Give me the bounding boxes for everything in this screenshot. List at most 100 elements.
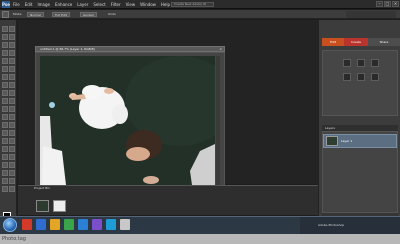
menu-item-file[interactable]: File	[13, 2, 20, 7]
taskbar-app-icon[interactable]	[36, 219, 46, 230]
tab-edit[interactable]: Edit	[322, 38, 344, 46]
menu-item-enhance[interactable]: Enhance	[55, 2, 72, 7]
tab-create[interactable]: Create	[344, 38, 368, 46]
photo-canvas[interactable]	[40, 56, 215, 185]
tool-row	[2, 74, 15, 80]
move-tool-icon[interactable]	[2, 26, 8, 32]
brush-tool-icon[interactable]	[9, 90, 15, 96]
tool-row	[2, 98, 15, 104]
close-button[interactable]: ×	[392, 1, 399, 7]
effect-thumbnail[interactable]	[371, 73, 379, 81]
document-title-bar[interactable]: untitled-1 @ 66.7% (Layer 1, RGB/8) ×	[35, 46, 225, 52]
mode-select[interactable]: Normal	[27, 12, 44, 17]
menu-item-filter[interactable]: Filter	[111, 2, 121, 7]
bottom-label: Photo.tag	[2, 236, 26, 242]
lasso-tool-icon[interactable]	[9, 42, 15, 48]
hand-tool-icon[interactable]	[2, 34, 8, 40]
baby-foot	[104, 88, 114, 94]
menu-item-layer[interactable]: Layer	[77, 2, 88, 7]
adobe-id-field[interactable]: Create New Adobe ID	[171, 2, 214, 7]
magnetic-lasso-icon[interactable]	[2, 186, 8, 192]
recompose-tool-icon[interactable]	[2, 138, 8, 144]
project-bin-label: Project Bin	[34, 186, 51, 190]
marquee-tool-icon[interactable]	[2, 42, 8, 48]
tool-row	[2, 58, 15, 64]
tab-share[interactable]: Share	[368, 38, 400, 46]
content-aware-icon[interactable]	[9, 138, 15, 144]
custom-shape-icon[interactable]	[2, 146, 8, 152]
pencil-tool-icon[interactable]	[2, 90, 8, 96]
taskbar-app-icon[interactable]	[78, 219, 88, 230]
straighten-tool-icon[interactable]	[9, 66, 15, 72]
magic-wand-tool-icon[interactable]	[2, 50, 8, 56]
maximize-button[interactable]: □	[384, 1, 391, 7]
menu-item-edit[interactable]: Edit	[25, 2, 33, 7]
full-edit-button[interactable]: Full Edit	[52, 12, 70, 17]
type-tool-icon[interactable]	[2, 58, 8, 64]
taskbar-app-icon[interactable]	[120, 219, 130, 230]
taskbar-app-icon[interactable]	[64, 219, 74, 230]
color-swap-icon[interactable]	[2, 154, 8, 160]
project-bin-thumbnail[interactable]	[36, 200, 49, 212]
tool-row	[2, 90, 15, 96]
menu-item-image[interactable]: Image	[37, 2, 50, 7]
magic-eraser-icon[interactable]	[2, 178, 8, 184]
undo-label[interactable]: Undo	[108, 12, 116, 17]
taskbar-app-icon[interactable]	[92, 219, 102, 230]
tool-row	[2, 106, 15, 112]
vertical-scrollbar[interactable]	[216, 56, 220, 185]
current-tool-icon[interactable]	[2, 11, 9, 18]
color-replace-icon[interactable]	[2, 170, 8, 176]
shape-tool-icon[interactable]	[9, 106, 15, 112]
default-colors-icon[interactable]	[9, 154, 15, 160]
zoom-tool-icon[interactable]	[9, 26, 15, 32]
eyedropper-tool-icon[interactable]	[9, 34, 15, 40]
project-bin-thumbnail[interactable]	[53, 200, 66, 212]
selection-brush-icon[interactable]	[9, 50, 15, 56]
effect-thumbnail[interactable]	[343, 59, 351, 67]
menu-item-view[interactable]: View	[126, 2, 136, 7]
smudge-tool-icon[interactable]	[2, 122, 8, 128]
taskbar-app-icon[interactable]	[50, 219, 60, 230]
quick-select-icon[interactable]	[9, 146, 15, 152]
eraser-tool-icon[interactable]	[9, 82, 15, 88]
ellipse-marquee-icon[interactable]	[9, 186, 15, 192]
impressionist-brush-icon[interactable]	[9, 162, 15, 168]
crop-tool-icon[interactable]	[9, 58, 15, 64]
document-close-icon[interactable]: ×	[219, 47, 222, 51]
start-button[interactable]	[3, 218, 17, 232]
guided-button[interactable]: Guided	[80, 12, 97, 17]
background-eraser-icon[interactable]	[9, 170, 15, 176]
taskbar-app-icon[interactable]	[22, 219, 32, 230]
menu-item-help[interactable]: Help	[161, 2, 170, 7]
toy	[49, 102, 55, 108]
effect-thumbnail[interactable]	[371, 59, 379, 67]
menu-item-select[interactable]: Select	[93, 2, 105, 7]
menu-item-window[interactable]: Window	[140, 2, 156, 7]
sharpen-tool-icon[interactable]	[9, 130, 15, 136]
tool-row	[2, 50, 15, 56]
blur-tool-icon[interactable]	[2, 114, 8, 120]
cookie-cutter-icon[interactable]	[2, 66, 8, 72]
spot-healing-icon[interactable]	[9, 74, 15, 80]
layer-thumbnail	[326, 136, 338, 146]
burn-tool-icon[interactable]	[2, 130, 8, 136]
effect-thumbnail[interactable]	[357, 59, 365, 67]
minimize-button[interactable]: –	[376, 1, 383, 7]
pattern-stamp-icon[interactable]	[2, 162, 8, 168]
effect-thumbnail[interactable]	[343, 73, 351, 81]
effect-thumbnail[interactable]	[357, 73, 365, 81]
document-title: untitled-1 @ 66.7% (Layer 1, RGB/8)	[40, 47, 95, 51]
system-tray	[300, 217, 400, 234]
taskbar-app-icon[interactable]	[106, 219, 116, 230]
paint-bucket-icon[interactable]	[9, 98, 15, 104]
tool-row	[2, 66, 15, 72]
gradient-tool-icon[interactable]	[2, 106, 8, 112]
clone-stamp-icon[interactable]	[2, 82, 8, 88]
options-right-area	[346, 11, 396, 18]
sponge-tool-icon[interactable]	[9, 114, 15, 120]
red-eye-tool-icon[interactable]	[2, 74, 8, 80]
dodge-tool-icon[interactable]	[9, 122, 15, 128]
smart-brush-icon[interactable]	[2, 98, 8, 104]
polygon-lasso-icon[interactable]	[9, 178, 15, 184]
